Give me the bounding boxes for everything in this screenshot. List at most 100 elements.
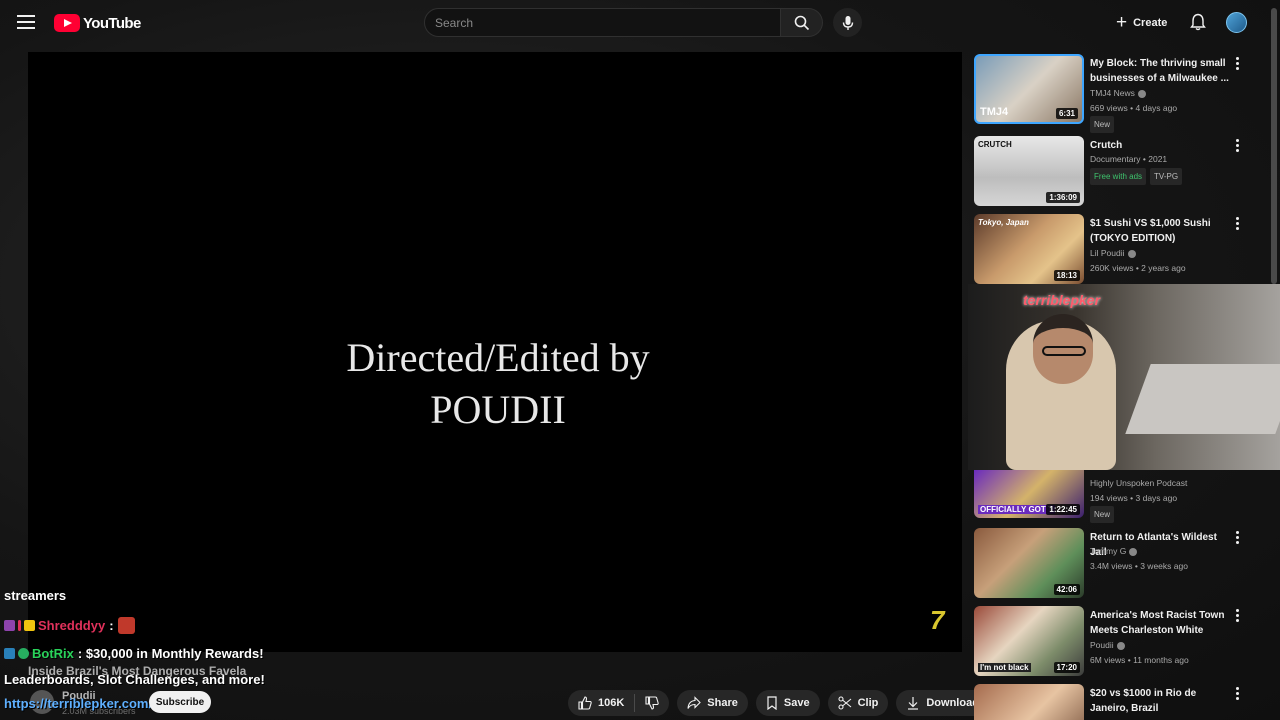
chat-message: BotRix : $30,000 in Monthly Rewards!: [4, 646, 264, 661]
more-options-icon[interactable]: [1232, 214, 1242, 232]
video-title[interactable]: $20 vs $1000 in Rio de Janeiro, Brazil: [1090, 686, 1230, 716]
new-badge: New: [1090, 116, 1115, 133]
emote-icon: [117, 617, 135, 634]
verified-icon: [1116, 641, 1125, 650]
video-thumbnail[interactable]: 42:06: [974, 528, 1084, 598]
video-thumbnail[interactable]: OFFICIALLY GOT T 1:22:45: [974, 470, 1084, 518]
more-options-icon[interactable]: [1232, 528, 1242, 546]
webcam-streamer-name: terriblepker: [1023, 292, 1101, 308]
like-button[interactable]: 106K: [568, 690, 634, 716]
recommendation-item[interactable]: Tokyo, Japan 18:13 $1 Sushi VS $1,000 Su…: [970, 214, 1266, 286]
bell-icon: [1190, 13, 1206, 31]
top-bar: YouTube + Create: [0, 0, 1280, 46]
channel-watermark-icon[interactable]: 7: [930, 605, 944, 636]
chat-separator: :: [109, 618, 114, 633]
video-stats: 669 views • 4 days ago: [1090, 103, 1178, 113]
arrow-badge-icon: [18, 620, 21, 631]
thumbnail-caption: OFFICIALLY GOT T: [978, 505, 1055, 514]
share-label: Share: [707, 697, 738, 709]
notifications-button[interactable]: [1187, 11, 1209, 33]
more-options-icon[interactable]: [1232, 684, 1242, 702]
clip-label: Clip: [857, 697, 879, 709]
duration-badge: 42:06: [1053, 584, 1080, 595]
like-count: 106K: [598, 697, 625, 709]
voice-search-button[interactable]: [833, 8, 862, 37]
subscribe-button[interactable]: Subscribe: [149, 691, 211, 713]
duration-badge: 6:31: [1055, 108, 1078, 119]
duration-badge: 1:22:45: [1046, 504, 1080, 515]
search-button[interactable]: [781, 8, 823, 37]
chat-text: : $30,000 in Monthly Rewards!: [77, 646, 264, 661]
share-button[interactable]: Share: [677, 690, 748, 716]
channel-name: Lil Poudii: [1090, 246, 1136, 261]
video-thumbnail[interactable]: I'm not black 17:20: [974, 606, 1084, 676]
video-player[interactable]: Directed/Edited by POUDII: [28, 52, 962, 652]
more-options-icon[interactable]: [1232, 54, 1242, 72]
video-stats: 260K views • 2 years ago: [1090, 263, 1186, 273]
video-thumbnail[interactable]: TMJ4 6:31: [974, 54, 1084, 124]
new-badge-row: New: [1090, 506, 1115, 523]
microphone-icon: [842, 15, 853, 30]
hamburger-menu-icon[interactable]: [14, 11, 38, 35]
webcam-glasses: [1042, 346, 1086, 356]
search-icon: [794, 15, 809, 30]
chat-link[interactable]: https://terriblepker.com/: [4, 696, 152, 711]
streamer-webcam: terriblepker: [968, 284, 1280, 470]
webcam-bed: [1125, 364, 1280, 434]
youtube-logo[interactable]: YouTube: [54, 13, 141, 33]
channel-name: TMJ4 News: [1090, 86, 1146, 101]
dislike-button[interactable]: [635, 690, 669, 716]
duration-badge: 18:13: [1053, 270, 1080, 281]
verified-icon: [1127, 249, 1136, 258]
video-title[interactable]: My Block: The thriving small businesses …: [1090, 56, 1230, 86]
new-badge-row: New: [1090, 116, 1115, 133]
title-card-line2: POUDII: [430, 387, 566, 432]
youtube-play-icon: [54, 14, 80, 32]
more-options-icon[interactable]: [1232, 606, 1242, 624]
rating-tag: TV-PG: [1150, 168, 1183, 185]
like-dislike-group: 106K: [568, 690, 670, 716]
share-icon: [687, 696, 702, 710]
logo-text: YouTube: [83, 14, 141, 32]
video-stats: 194 views • 3 days ago: [1090, 493, 1178, 503]
verified-badge-icon: [18, 648, 29, 659]
bookmark-icon: [766, 696, 778, 710]
duration-badge: 17:20: [1053, 662, 1080, 673]
video-actions: 106K Share Save Clip Download ···: [568, 690, 1023, 716]
video-stats: 6M views • 11 months ago: [1090, 655, 1189, 665]
video-title[interactable]: Crutch: [1090, 138, 1230, 153]
page-scrollbar[interactable]: [1271, 8, 1277, 284]
crown-badge-icon: [24, 620, 35, 631]
plus-icon: +: [1116, 12, 1128, 33]
chat-overlay-title: streamers: [4, 588, 67, 603]
recommendation-item[interactable]: I'm not black 17:20 America's Most Racis…: [970, 606, 1266, 678]
recommendation-item[interactable]: CRUTCH 1:36:09 Crutch Documentary • 2021…: [970, 136, 1266, 208]
channel-name: Highly Unspoken Podcast: [1090, 478, 1188, 488]
duration-badge: 1:36:09: [1046, 192, 1080, 203]
search-box: [424, 8, 781, 37]
more-options-icon[interactable]: [1232, 136, 1242, 154]
channel-name: Tommy G: [1090, 544, 1138, 559]
new-badge: New: [1090, 506, 1115, 523]
video-thumbnail[interactable]: CRUTCH 1:36:09: [974, 136, 1084, 206]
search-input[interactable]: [425, 9, 780, 36]
recommendation-item[interactable]: 42:06 Return to Atlanta's Wildest Jail T…: [970, 528, 1266, 600]
video-title[interactable]: $1 Sushi VS $1,000 Sushi (TOKYO EDITION): [1090, 216, 1230, 246]
create-button[interactable]: + Create: [1116, 9, 1180, 36]
account-avatar[interactable]: [1226, 12, 1247, 33]
video-stats: 3.4M views • 3 weeks ago: [1090, 561, 1188, 571]
chat-username: Shredddyy: [38, 618, 106, 633]
thumbnail-caption: I'm not black: [978, 663, 1031, 672]
bot-badge-icon: [4, 648, 15, 659]
download-icon: [906, 696, 920, 710]
recommendation-item[interactable]: TMJ4 6:31 My Block: The thriving small b…: [970, 54, 1266, 133]
chat-text-continuation: Leaderboards, Slot Challenges, and more!: [4, 672, 265, 687]
clip-button[interactable]: Clip: [827, 690, 889, 716]
recommendation-item[interactable]: $20 vs $1000 in Rio de Janeiro, Brazil: [970, 684, 1266, 720]
video-thumbnail[interactable]: [974, 684, 1084, 720]
thumbnail-caption: CRUTCH: [978, 140, 1012, 149]
video-title[interactable]: America's Most Racist Town Meets Charles…: [1090, 608, 1230, 638]
thumbs-down-icon: [645, 696, 660, 710]
video-thumbnail[interactable]: Tokyo, Japan 18:13: [974, 214, 1084, 284]
save-button[interactable]: Save: [755, 690, 820, 716]
